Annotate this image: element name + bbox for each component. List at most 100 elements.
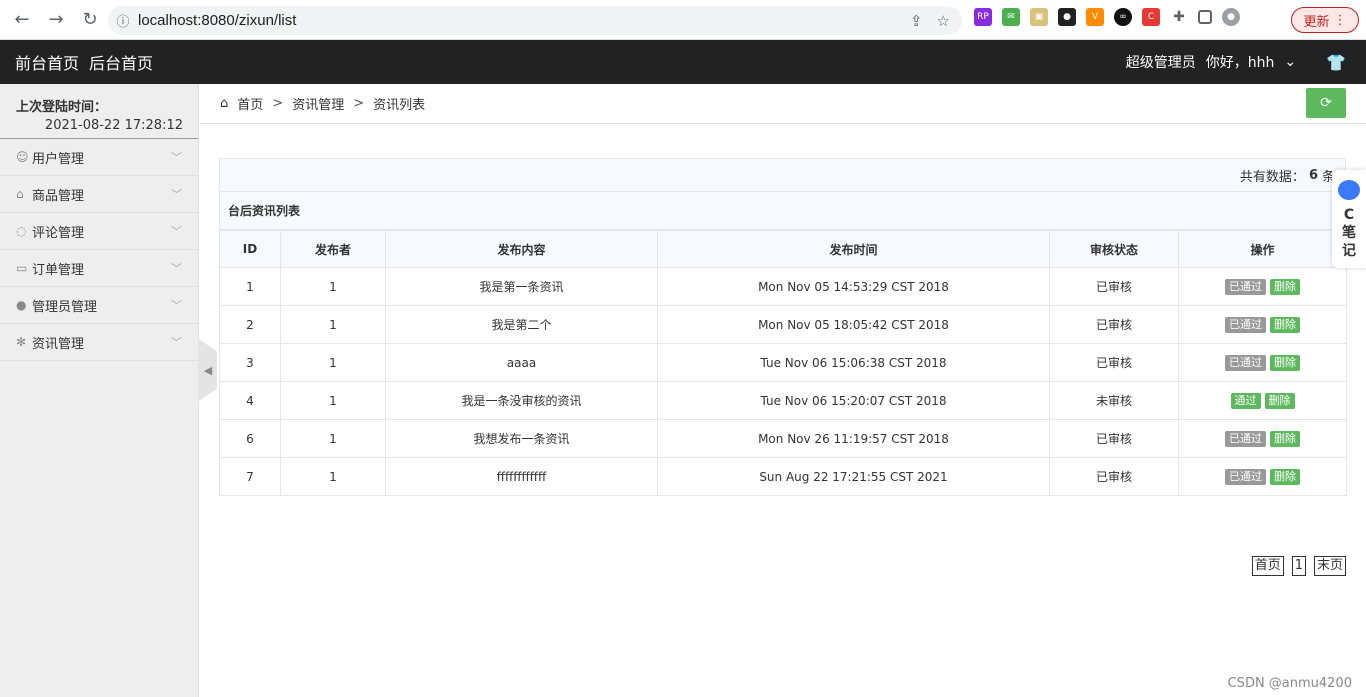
user-role: 超级管理员 [1125,55,1196,71]
update-label: 更新 [1303,14,1330,30]
cell-time: Mon Nov 05 18:05:42 CST 2018 [657,305,1050,344]
chevron-down-icon: ﹀ [171,336,182,349]
table-row: 1 1 我是第一条资讯 Mon Nov 05 14:53:29 CST 2018 已审核… [219,267,1347,306]
cell-status: 已审核 [1049,343,1179,382]
back-icon[interactable]: ← [6,4,38,36]
notes-widget[interactable]: C 笔 记 [1332,170,1366,268]
col-id: ID [219,230,281,268]
approved-badge: 已通过 [1225,430,1266,447]
approve-button[interactable]: 通过 [1230,392,1261,409]
table-row: 4 1 我是一条没审核的资讯 Tue Nov 06 15:20:07 CST 2018… [219,381,1347,420]
sidebar-item-comments[interactable]: ◌ 评论管理 ﹀ [0,213,198,250]
pager-first[interactable]: 首页 [1251,556,1284,576]
col-status: 审核状态 [1049,230,1179,268]
delete-button[interactable]: 删除 [1270,316,1300,333]
mask-extension-icon[interactable]: ● [1058,8,1076,26]
cell-publisher: 1 [280,267,386,306]
reload-icon[interactable]: ↻ [74,4,106,36]
sidebar-item-label: 用户管理 [32,151,85,167]
sidebar-item-label: 订单管理 [32,262,85,278]
cell-actions: 已通过 删除 [1178,267,1347,306]
sidebar-item-users[interactable]: ☺ 用户管理 ﹀ [0,139,198,176]
sidebar-item-admins[interactable]: ● 管理员管理 ﹀ [0,287,198,324]
last-login-info: 上次登陆时间： 2021-08-22 17:28:12 [0,84,198,139]
url-text[interactable]: localhost:8080/zixun/list [138,12,296,29]
cell-time: Sun Aug 22 17:21:55 CST 2021 [657,457,1050,496]
user-greeting[interactable]: 你好，hhh [1206,52,1275,72]
last-login-time: 2021-08-22 17:28:12 [44,118,183,133]
cell-publisher: 1 [280,419,386,458]
cell-time: Mon Nov 05 14:53:29 CST 2018 [657,267,1050,306]
cell-id: 4 [219,381,281,420]
browser-toolbar: ← → ↻ ⓘ localhost:8080/zixun/list ⇪ ☆ RP… [0,0,1366,40]
breadcrumb-home[interactable]: 首页 [237,94,263,113]
col-actions: 操作 [1178,230,1347,268]
chevron-down-icon[interactable]: ⌄ [1284,54,1296,70]
cell-time: Mon Nov 26 11:19:57 CST 2018 [657,419,1050,458]
cell-actions: 已通过 删除 [1178,305,1347,344]
cell-id: 7 [219,457,281,496]
nav-admin-home[interactable]: 后台首页 [89,50,153,74]
news-list-panel: 共有数据： 6 条 台后资讯列表 ID 发布者 发布内容 发布时间 审核状态 操… [219,158,1347,496]
delete-button[interactable]: 删除 [1270,430,1300,447]
delete-button[interactable]: 删除 [1264,392,1295,409]
chat-extension-icon[interactable]: ✉ [1002,8,1020,26]
approved-badge: 已通过 [1225,468,1266,485]
sidebar-collapse-handle[interactable]: ◀ [199,339,217,401]
cell-content: ffffffffffff [385,457,658,496]
sidepanel-icon[interactable] [1198,10,1212,24]
forward-icon[interactable]: → [40,4,72,36]
puzzle-extension-icon[interactable]: ✚ [1170,8,1188,26]
site-info-icon[interactable]: ⓘ [108,11,138,30]
sidebar-item-goods[interactable]: ⌂ 商品管理 ﹀ [0,176,198,213]
approved-badge: 已通过 [1225,278,1266,295]
table-caption: 台后资讯列表 [219,192,1346,230]
breadcrumb: ⌂ 首页 > 资讯管理 > 资讯列表 [220,94,425,113]
col-publisher: 发布者 [280,230,386,268]
breadcrumb-separator: > [272,96,284,111]
delete-button[interactable]: 删除 [1270,278,1300,295]
sidebar-item-news[interactable]: ✻ 资讯管理 ﹀ [0,324,198,361]
col-content: 发布内容 [385,230,658,268]
chevron-down-icon: ﹀ [171,151,182,164]
sidebar-item-orders[interactable]: ▭ 订单管理 ﹀ [0,250,198,287]
sidebar-item-label: 商品管理 [32,188,85,204]
cell-content: 我想发布一条资讯 [385,419,658,458]
infinity-extension-icon[interactable]: ∞ [1114,8,1132,26]
last-login-label: 上次登陆时间： [16,100,108,115]
c-extension-icon[interactable]: C [1142,8,1160,26]
total-count: 6 [1308,167,1318,183]
total-label: 共有数据： [1239,169,1305,185]
cell-actions: 已通过 删除 [1178,419,1347,458]
app-header: 前台首页 后台首页 超级管理员 你好，hhh ⌄ 👕 [0,40,1366,84]
cell-id: 2 [219,305,281,344]
watermark: CSDN @anmu4200 [1227,676,1352,691]
cell-time: Tue Nov 06 15:20:07 CST 2018 [657,381,1050,420]
cell-status: 已审核 [1049,419,1179,458]
cell-status: 已审核 [1049,457,1179,496]
pager-last[interactable]: 末页 [1313,556,1346,576]
vip-extension-icon[interactable]: V [1086,8,1104,26]
gear-icon: ✻ [16,335,27,349]
image-extension-icon[interactable]: ▣ [1030,8,1048,26]
nav-front-home[interactable]: 前台首页 [15,50,79,74]
breadcrumb-news-manage[interactable]: 资讯管理 [292,94,344,113]
bookmark-star-icon[interactable]: ☆ [937,12,950,30]
pager-page[interactable]: 1 [1291,556,1306,576]
delete-button[interactable]: 删除 [1270,468,1300,485]
profile-avatar-icon[interactable]: ● [1222,8,1240,26]
refresh-button[interactable]: ⟳ [1306,88,1346,118]
notes-widget-line: 记 [1342,243,1356,259]
delete-button[interactable]: 删除 [1270,354,1300,371]
share-icon[interactable]: ⇪ [910,12,923,30]
update-button[interactable]: 更新 ⋮ [1291,7,1359,33]
skin-shirt-icon[interactable]: 👕 [1326,53,1346,72]
comment-icon: ◌ [16,224,27,238]
address-bar[interactable]: ⓘ localhost:8080/zixun/list ⇪ ☆ [108,6,962,35]
chevron-down-icon: ﹀ [171,299,182,312]
breadcrumb-news-list: 资讯列表 [373,98,426,113]
cell-status: 已审核 [1049,267,1179,306]
menu-dots-icon: ⋮ [1333,12,1347,28]
breadcrumb-bar: ⌂ 首页 > 资讯管理 > 资讯列表 ⟳ [200,84,1366,124]
rp-extension-icon[interactable]: RP [974,8,992,26]
